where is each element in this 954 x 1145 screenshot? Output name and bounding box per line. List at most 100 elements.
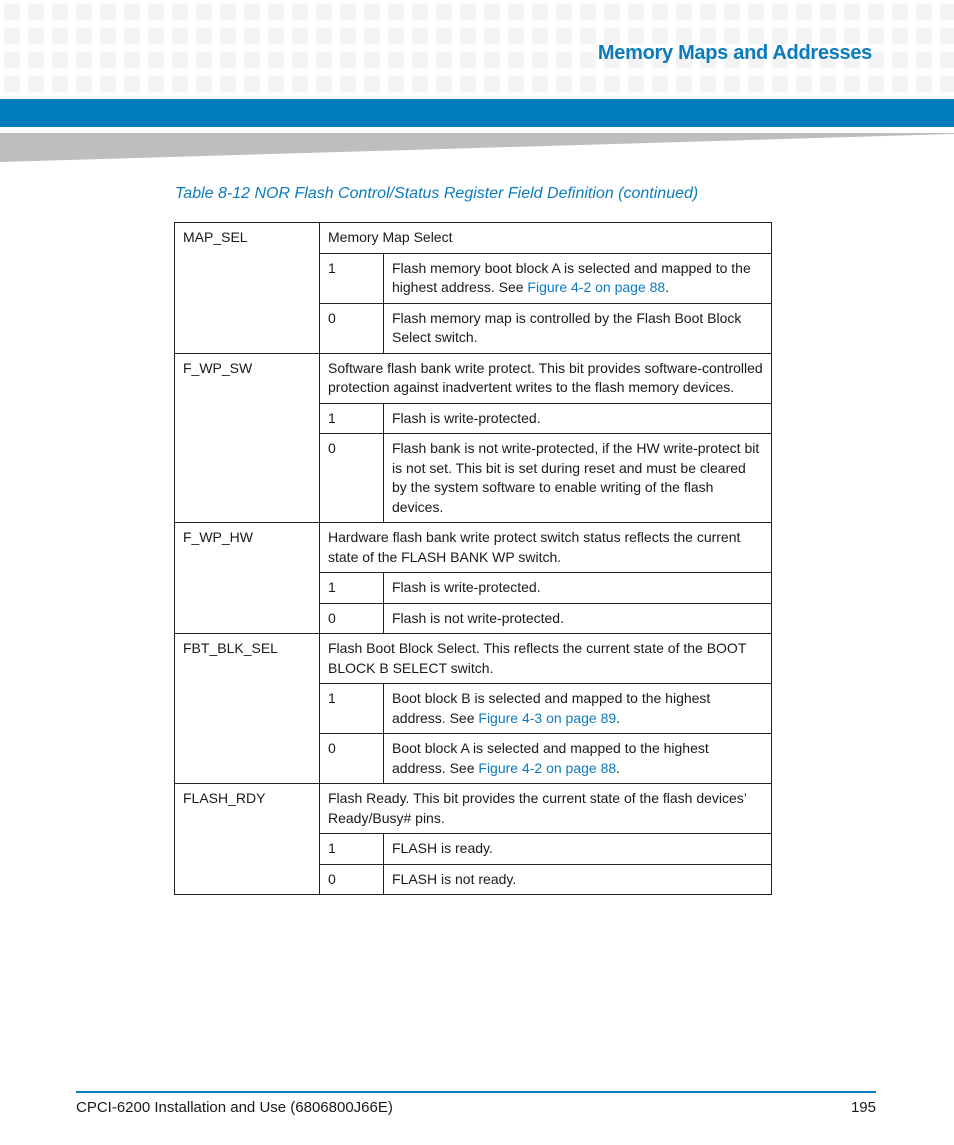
grid-square [28,4,44,20]
grid-square [940,4,954,20]
grid-square [148,76,164,92]
grid-square [28,28,44,44]
grid-square [892,76,908,92]
grid-square [676,76,692,92]
grid-square [508,28,524,44]
grid-square [292,4,308,20]
grid-square [460,52,476,68]
table-row: F_WP_SW Software flash bank write protect… [174,352,772,523]
bit-meaning: Flash is write-protected. [383,572,772,604]
grid-square [892,28,908,44]
grid-square [916,28,932,44]
figure-link[interactable]: Figure 4-3 on page 89 [478,710,616,726]
grid-square [604,4,620,20]
grid-square [4,76,20,92]
grid-square [556,4,572,20]
grid-square [292,76,308,92]
grid-square [316,52,332,68]
grid-square [652,76,668,92]
grid-square [556,52,572,68]
table-row: FLASH_RDY Flash Ready. This bit provides … [174,783,772,895]
grid-square [340,4,356,20]
figure-link[interactable]: Figure 4-2 on page 88 [478,760,616,776]
grid-square [364,28,380,44]
grid-square [316,4,332,20]
grid-square [148,28,164,44]
figure-link[interactable]: Figure 4-2 on page 88 [527,279,665,295]
grid-square [244,52,260,68]
footer-page-number: 195 [850,1099,876,1116]
grid-square [508,4,524,20]
grid-square [484,28,500,44]
grid-square [76,28,92,44]
grid-square [628,4,644,20]
bit-value: 0 [319,302,384,354]
grid-square [940,76,954,92]
grid-square [604,76,620,92]
bit-value: 0 [319,733,384,784]
grid-square [364,76,380,92]
grid-square [436,52,452,68]
grid-square [772,76,788,92]
grid-square [484,52,500,68]
bit-meaning: Flash memory boot block A is selected an… [383,252,772,304]
grid-square [892,52,908,68]
field-name: FBT_BLK_SEL [174,633,320,784]
bit-meaning-text: Flash is write-protected. [392,579,541,595]
grid-square [364,4,380,20]
grid-square [460,28,476,44]
grid-square [556,76,572,92]
grid-square [28,76,44,92]
grid-square [4,28,20,44]
grid-square [508,76,524,92]
grid-square [4,4,20,20]
bit-meaning-text: Flash memory map is controlled by the Fl… [392,309,742,346]
field-name: FLASH_RDY [174,783,320,895]
register-field-table: MAP_SEL Memory Map Select 1 Flash memory bo… [174,222,772,895]
punctuation: . [616,709,621,726]
grid-square [748,4,764,20]
field-description: Flash Boot Block Select. This reflects t… [319,633,772,684]
grid-square [388,52,404,68]
bit-value: 0 [319,602,384,634]
punctuation: . [665,279,670,295]
grid-square [28,52,44,68]
field-name: F_WP_SW [174,352,320,523]
grid-square [436,76,452,92]
bit-meaning-text: FLASH is not ready. [392,870,517,887]
grid-square [532,76,548,92]
grid-square [412,28,428,44]
header-gray-wedge [0,133,954,162]
field-description: Software flash bank write protect. This … [319,352,772,404]
bit-value: 0 [319,863,384,895]
field-description: Hardware flash bank write protect switch… [319,522,772,573]
grid-square [172,52,188,68]
table-row: MAP_SEL Memory Map Select [174,222,772,354]
grid-square [748,76,764,92]
grid-square [316,76,332,92]
grid-square [892,4,908,20]
bit-meaning: Boot block B is selected and mapped to t… [383,683,772,734]
grid-square [196,76,212,92]
grid-square [172,4,188,20]
footer-rule [76,1091,876,1093]
field-name: F_WP_HW [174,522,320,634]
grid-square [340,52,356,68]
grid-square [244,4,260,20]
grid-square [220,4,236,20]
grid-square [100,76,116,92]
bit-meaning: Flash is not write-protected. [383,602,772,634]
grid-square [4,52,20,68]
grid-square [436,4,452,20]
grid-square [580,28,596,44]
grid-square [580,76,596,92]
bit-value: 1 [319,572,384,604]
grid-square [388,4,404,20]
grid-square [532,4,548,20]
grid-square [484,4,500,20]
grid-square [652,4,668,20]
footer-document-title: CPCI-6200 Installation and Use (6806800J… [76,1099,393,1116]
grid-square [916,76,932,92]
grid-square [868,4,884,20]
table-row: F_WP_HW Hardware flash bank write protect… [174,522,772,634]
